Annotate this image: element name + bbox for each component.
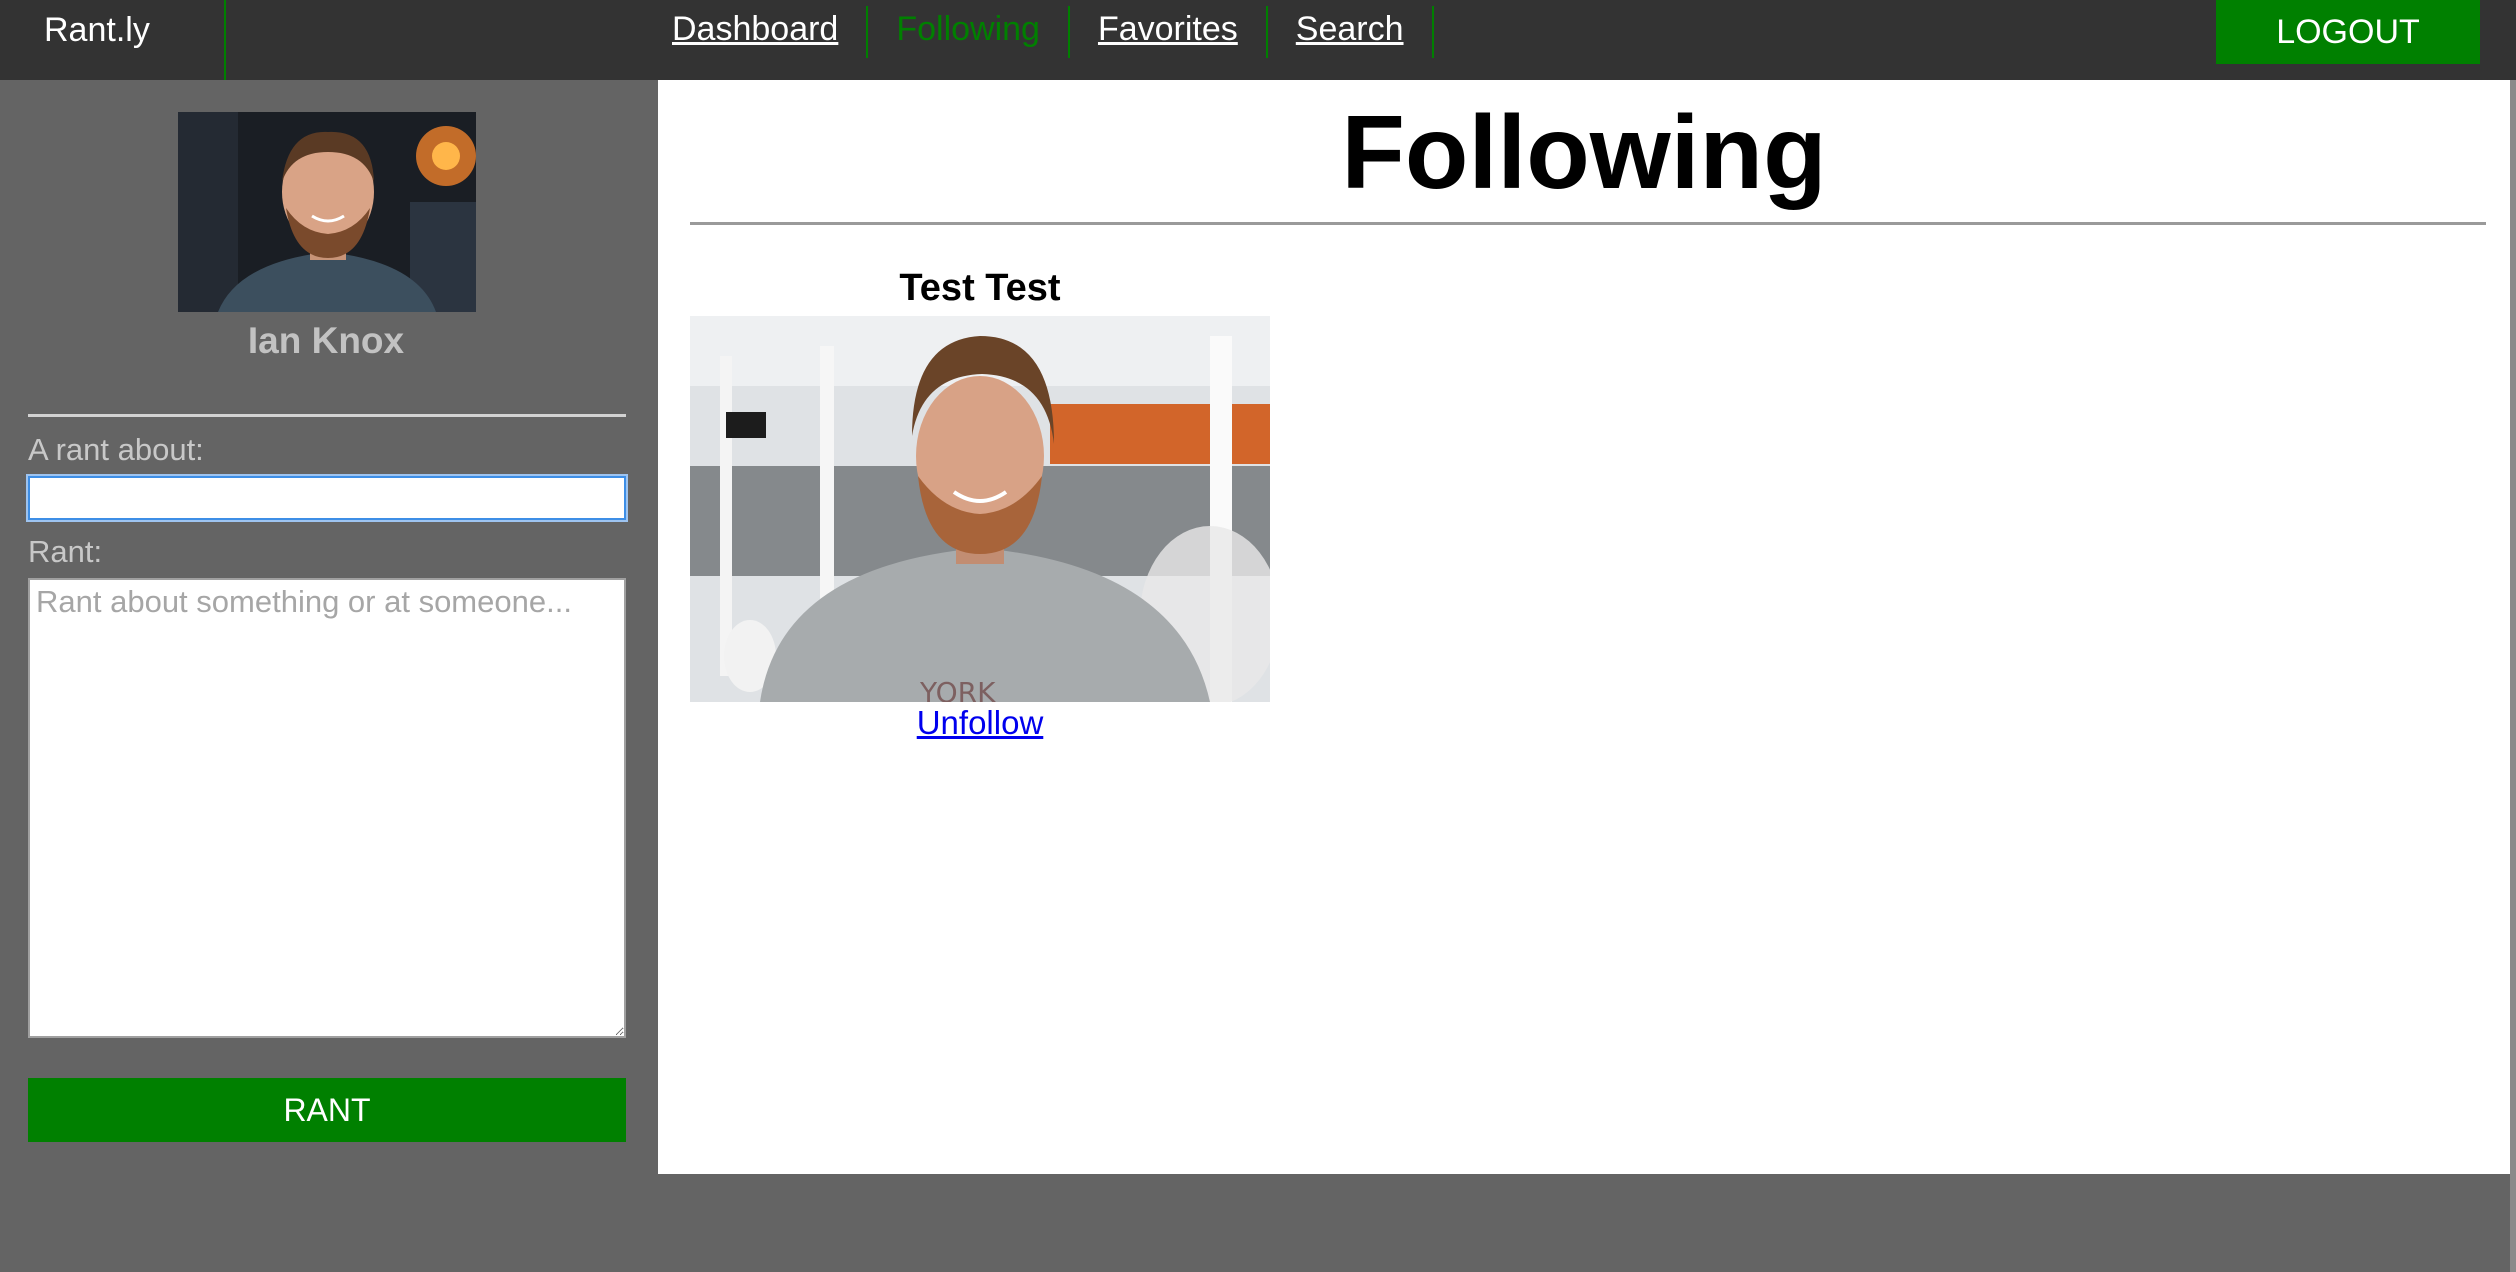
about-label: A rant about: bbox=[28, 432, 204, 467]
app-root: Rant.ly Dashboard Following Favorites Se… bbox=[0, 0, 2516, 1272]
nav-link-search[interactable]: Search bbox=[1268, 6, 1434, 58]
avatar-photo bbox=[178, 112, 476, 312]
following-user-name: Test Test bbox=[899, 267, 1061, 309]
sidebar-divider bbox=[28, 414, 626, 417]
following-card: Test Test YORK Unfollow bbox=[690, 266, 1270, 742]
logout-button[interactable]: LOGOUT bbox=[2216, 0, 2480, 64]
nav-link-dashboard[interactable]: Dashboard bbox=[644, 6, 869, 58]
sidebar: Ian Knox A rant about: Rant: RANT bbox=[0, 80, 658, 1272]
following-user-photo: YORK bbox=[690, 316, 1270, 702]
window-scrollbar[interactable] bbox=[2510, 80, 2516, 1272]
nav-links: Dashboard Following Favorites Search bbox=[644, 0, 1434, 80]
user-avatar bbox=[178, 112, 476, 312]
nav-link-following[interactable]: Following bbox=[868, 6, 1070, 58]
title-divider bbox=[690, 222, 2486, 225]
following-photo-image: YORK bbox=[690, 316, 1270, 702]
rant-submit-button[interactable]: RANT bbox=[28, 1078, 626, 1142]
user-name: Ian Knox bbox=[247, 320, 405, 361]
svg-text:YORK: YORK bbox=[919, 676, 996, 702]
rant-label: Rant: bbox=[28, 534, 103, 569]
brand-logo[interactable]: Rant.ly bbox=[0, 0, 226, 80]
unfollow-link[interactable]: Unfollow bbox=[690, 704, 1270, 742]
page-title: Following bbox=[1341, 95, 1827, 211]
nav-link-favorites[interactable]: Favorites bbox=[1070, 6, 1268, 58]
rant-textarea[interactable] bbox=[28, 578, 626, 1038]
about-input[interactable] bbox=[26, 474, 628, 522]
top-nav: Rant.ly Dashboard Following Favorites Se… bbox=[0, 0, 2516, 80]
main-panel: Following Test Test YORK Unfollow bbox=[658, 80, 2510, 1174]
